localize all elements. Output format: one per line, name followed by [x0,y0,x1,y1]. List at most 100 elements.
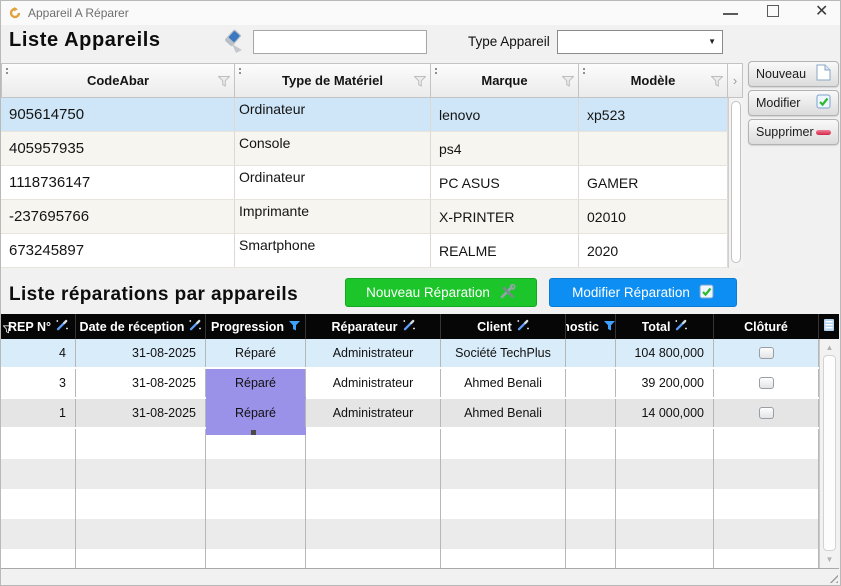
button-label: Modifier [756,96,800,110]
appareil-row[interactable]: -237695766 Imprimante X-PRINTER 02010 [1,200,743,234]
cloture-checkbox[interactable] [759,377,774,389]
app-window: Appareil A Réparer ✕ Liste Appareils Typ… [0,0,841,586]
column-header-client[interactable]: Client [441,314,566,339]
cell-client[interactable]: Société TechPlus [441,339,566,367]
column-header-rep-no[interactable]: REP N° [1,314,76,339]
cell-marque: lenovo [431,98,579,131]
reparations-grid: REP N° Date de réception Progression Rép… [1,314,839,569]
cell-client[interactable]: Ahmed Benali [441,399,566,427]
cell-type: Ordinateur [235,166,431,199]
edit-pencil-icon [675,319,687,334]
cell-progression-selected[interactable]: Réparé [206,399,306,427]
filter-funnel-icon[interactable] [218,75,230,90]
scrollbar-thumb[interactable] [823,355,836,551]
cell-reparateur[interactable]: Administrateur [306,399,441,427]
cell-codeabar: 405957935 [1,132,235,165]
cell-cloture[interactable] [714,399,819,427]
cell-type: Console [235,132,431,165]
close-icon[interactable]: ✕ [815,3,828,21]
cloture-checkbox[interactable] [759,347,774,359]
column-label: Progression [211,320,284,334]
column-header-progression[interactable]: Progression [206,314,306,339]
cell-total[interactable]: 14 000,000 [616,399,714,427]
nouveau-button[interactable]: Nouveau [748,61,839,87]
cell-diagnostic[interactable] [566,399,616,427]
appareils-grid: CodeAbar Type de Matériel Marque [1,63,743,268]
type-appareil-dropdown[interactable]: ▼ [557,30,723,54]
cell-total[interactable]: 39 200,000 [616,369,714,397]
tools-icon [499,284,516,302]
fill-handle[interactable] [251,430,256,435]
supprimer-button[interactable]: Supprimer [748,119,839,145]
button-label: Nouveau [756,67,806,81]
title-bar[interactable]: Appareil A Réparer ✕ [1,1,840,25]
cell-cloture[interactable] [714,369,819,397]
cell-date-reception[interactable]: 31-08-2025 [76,339,206,367]
cell-progression[interactable]: Réparé [206,339,306,367]
reparation-row-selected[interactable]: 4 31-08-2025 Réparé Administrateur Socié… [1,339,839,369]
cell-marque: REALME [431,234,579,267]
filter-funnel-icon[interactable] [562,75,574,90]
modifier-reparation-button[interactable]: Modifier Réparation [549,278,737,307]
appareils-vertical-scrollbar[interactable] [728,98,743,268]
cell-date-reception[interactable]: 31-08-2025 [76,369,206,397]
scroll-up-icon[interactable]: ▲ [820,343,839,352]
cell-diagnostic[interactable] [566,339,616,367]
column-header-codeabar[interactable]: CodeAbar [1,63,235,98]
filter-funnel-icon[interactable] [711,75,723,90]
new-document-icon [816,64,831,84]
cell-codeabar: 1118736147 [1,166,235,199]
cell-rep-no[interactable]: 3 [1,369,76,397]
cell-marque: PC ASUS [431,166,579,199]
column-header-diagnostic[interactable]: Diagnostic [566,314,616,339]
cloture-checkbox[interactable] [759,407,774,419]
cell-total[interactable]: 104 800,000 [616,339,714,367]
cell-rep-no[interactable]: 1 [1,399,76,427]
column-header-date-reception[interactable]: Date de réception [76,314,206,339]
grid-options-button[interactable]: › [728,63,743,98]
modifier-button[interactable]: Modifier [748,90,839,116]
column-header-reparateur[interactable]: Réparateur [306,314,441,339]
cell-reparateur[interactable]: Administrateur [306,339,441,367]
drag-handle-icon [239,68,241,70]
column-header-cloture[interactable]: Clôturé [714,314,819,339]
scroll-down-icon[interactable]: ▼ [820,555,839,564]
nouveau-reparation-button[interactable]: Nouveau Réparation [345,278,537,307]
column-header-total[interactable]: Total [616,314,714,339]
minimize-icon[interactable] [723,13,738,15]
column-header-modele[interactable]: Modèle [579,63,728,98]
cell-reparateur[interactable]: Administrateur [306,369,441,397]
drag-handle-icon [583,68,585,70]
cell-type: Smartphone [235,234,431,267]
filter-funnel-icon-active[interactable] [604,320,615,334]
cell-client[interactable]: Ahmed Benali [441,369,566,397]
maximize-icon[interactable] [767,5,779,17]
cell-progression-selected[interactable]: Réparé [206,369,306,397]
cell-cloture[interactable] [714,339,819,367]
window-resize-grip[interactable] [827,572,838,583]
reparation-row[interactable]: 3 31-08-2025 Réparé Administrateur Ahmed… [1,369,839,399]
cell-date-reception[interactable]: 31-08-2025 [76,399,206,427]
filter-funnel-icon-active[interactable] [289,320,300,334]
column-chooser-button[interactable] [819,314,839,339]
appareil-row[interactable]: 673245897 Smartphone REALME 2020 [1,234,743,268]
cell-rep-no[interactable]: 4 [1,339,76,367]
cell-diagnostic[interactable] [566,369,616,397]
appareils-grid-header: CodeAbar Type de Matériel Marque [1,63,743,98]
appareil-row[interactable]: 1118736147 Ordinateur PC ASUS GAMER [1,166,743,200]
appareil-row-selected[interactable]: 905614750 Ordinateur lenovo xp523 [1,98,743,132]
column-header-marque[interactable]: Marque [431,63,579,98]
edit-checklist-icon [699,284,714,302]
column-header-type-materiel[interactable]: Type de Matériel [235,63,431,98]
search-input[interactable] [253,30,427,54]
column-label: REP N° [8,320,51,334]
appareil-row[interactable]: 405957935 Console ps4 [1,132,743,166]
column-label: Diagnostic [566,320,599,334]
filter-funnel-icon[interactable] [414,75,426,90]
scrollbar-thumb[interactable] [731,101,741,263]
reparations-vertical-scrollbar[interactable]: ▲ ▼ [819,339,839,568]
button-label: Modifier Réparation [572,285,690,300]
grid-column-lines [1,429,819,568]
reparation-row[interactable]: 1 31-08-2025 Réparé Administrateur Ahmed… [1,399,839,429]
column-label: Clôturé [744,320,788,334]
